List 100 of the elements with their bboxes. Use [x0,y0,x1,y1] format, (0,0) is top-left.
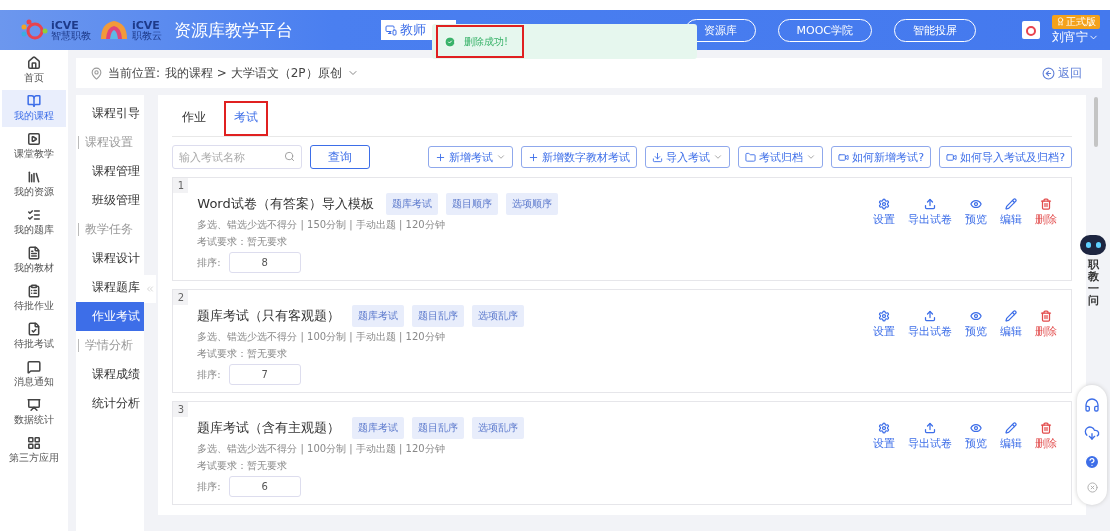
action-button[interactable]: 编辑 [1000,310,1022,342]
search-icon[interactable] [284,151,296,162]
action-button[interactable]: 设置 [873,198,895,230]
menu-item[interactable]: 课程设计 [76,244,145,273]
list-icon [27,208,41,222]
app-icon[interactable] [1022,21,1040,39]
menu-item[interactable]: 作业考试 [76,302,145,331]
exam-title: Word试卷（有答案）导入模板 [197,195,374,213]
scrollbar[interactable] [1094,97,1098,147]
nav-item[interactable]: 我的教材 [2,242,66,279]
menu-item[interactable]: 班级管理 [76,186,145,215]
action-button[interactable]: 编辑 [1000,422,1022,454]
logo-icon [99,19,129,41]
nav-item[interactable]: 我的题库 [2,204,66,241]
tab[interactable]: 考试 [224,101,269,136]
document-check-icon [27,322,41,336]
toolbar-button[interactable]: 如何新增考试? [831,146,932,168]
exam-index: 2 [173,290,189,305]
video-icon [946,151,958,163]
exam-tag: 题目乱序 [412,417,465,439]
tab[interactable]: 作业 [172,101,217,136]
exam-title: 题库考试（含有主观题） [197,419,341,437]
action-button[interactable]: 编辑 [1000,198,1022,230]
exam-index: 3 [173,402,189,417]
action-button[interactable]: 设置 [873,422,895,454]
query-button[interactable]: 查询 [310,145,371,169]
toolbar-button[interactable]: 新增数字教材考试 [521,146,638,168]
nav-item[interactable]: 我的课程 [2,90,66,127]
exam-requirement: 考试要求：暂无要求 [197,235,289,249]
books-icon [27,170,41,184]
assistant-label[interactable]: 职教一问 [1087,259,1099,308]
action-button[interactable]: 导出试卷 [908,198,952,230]
back-button[interactable]: 返回 [1036,63,1088,83]
action-button[interactable]: 导出试卷 [908,422,952,454]
exam-tag: 题库考试 [352,305,405,327]
nav-item[interactable]: 我的资源 [2,166,66,203]
plus-icon [435,151,447,163]
exam-requirement: 考试要求：暂无要求 [197,347,289,361]
exam-tag: 题目乱序 [412,305,465,327]
toolbar-button[interactable]: 考试归档 [738,146,824,168]
cloud-download-icon[interactable] [1084,425,1100,442]
close-icon[interactable] [1086,481,1098,493]
order-field[interactable]: 6 [228,476,301,497]
action-button[interactable]: 导出试卷 [908,310,952,342]
search-field[interactable]: 输入考试名称 [172,145,303,169]
nav-item[interactable]: 待批作业 [2,280,66,317]
breadcrumb-path[interactable]: 我的课程 > 大学语文（2P）原创 [165,64,342,82]
exam-requirement: 考试要求：暂无要求 [197,459,289,473]
toolbar-button[interactable]: 新增考试 [428,146,514,168]
settings-icon [878,310,890,322]
collapse-handle[interactable] [144,275,157,303]
exam-meta: 多选、错选少选不得分 | 100分制 | 手动出题 | 120分钟 [197,330,446,344]
nav-item[interactable]: 数据统计 [2,394,66,431]
menu-item[interactable]: 课程成绩 [76,360,145,389]
user-menu[interactable]: 刘宵宁 [1052,28,1099,46]
order-field[interactable]: 7 [228,364,301,385]
logo-icon [20,19,48,41]
action-button[interactable]: 预览 [965,310,987,342]
eye-icon [970,310,982,322]
nav-item[interactable]: 第三方应用 [2,432,66,469]
action-button[interactable]: 删除 [1035,422,1057,454]
trash-icon [1040,198,1052,210]
toolbar-button[interactable]: 导入考试 [645,146,731,168]
chevron-down-icon [806,152,817,162]
chevron-down-icon [713,152,724,162]
exam-tag: 题目顺序 [445,193,498,215]
nav-item[interactable]: 消息通知 [2,356,66,393]
action-button[interactable]: 删除 [1035,198,1057,230]
clipboard-icon [27,284,41,298]
nav-item[interactable]: 待批考试 [2,318,66,355]
logo-subtitle: 智慧职教 [51,30,91,41]
menu-item[interactable]: 课程题库 [76,273,145,302]
nav-item[interactable]: 首页 [2,52,66,89]
pencil-icon [1005,198,1017,210]
exam-tag: 题库考试 [352,417,405,439]
help-icon[interactable] [1084,453,1100,470]
order-label: 排序: [197,367,221,382]
action-button[interactable]: 预览 [965,422,987,454]
menu-group-label: 教学任务 [78,223,133,236]
headset-icon[interactable] [1084,397,1100,414]
menu-item[interactable]: 统计分析 [76,389,145,418]
exam-tag: 选项乱序 [472,417,525,439]
order-label: 排序: [197,255,221,270]
action-button[interactable]: 设置 [873,310,895,342]
menu-item[interactable]: 课程引导 [76,99,145,128]
chat-icon [27,360,41,374]
nav-item[interactable]: 课堂教学 [2,128,66,165]
upload-icon [924,422,936,434]
check-circle-icon [444,35,456,48]
plus-icon [528,151,540,163]
toast-message: 删除成功! [436,25,524,58]
upload-icon [924,310,936,322]
pencil-icon [1005,422,1017,434]
exam-title: 题库考试（只有客观题） [197,307,341,325]
toolbar-button[interactable]: 如何导入考试及归档? [939,146,1072,168]
action-button[interactable]: 预览 [965,198,987,230]
menu-group-label: 学情分析 [78,339,133,352]
menu-item[interactable]: 课程管理 [76,157,145,186]
order-field[interactable]: 8 [228,252,301,273]
action-button[interactable]: 删除 [1035,310,1057,342]
